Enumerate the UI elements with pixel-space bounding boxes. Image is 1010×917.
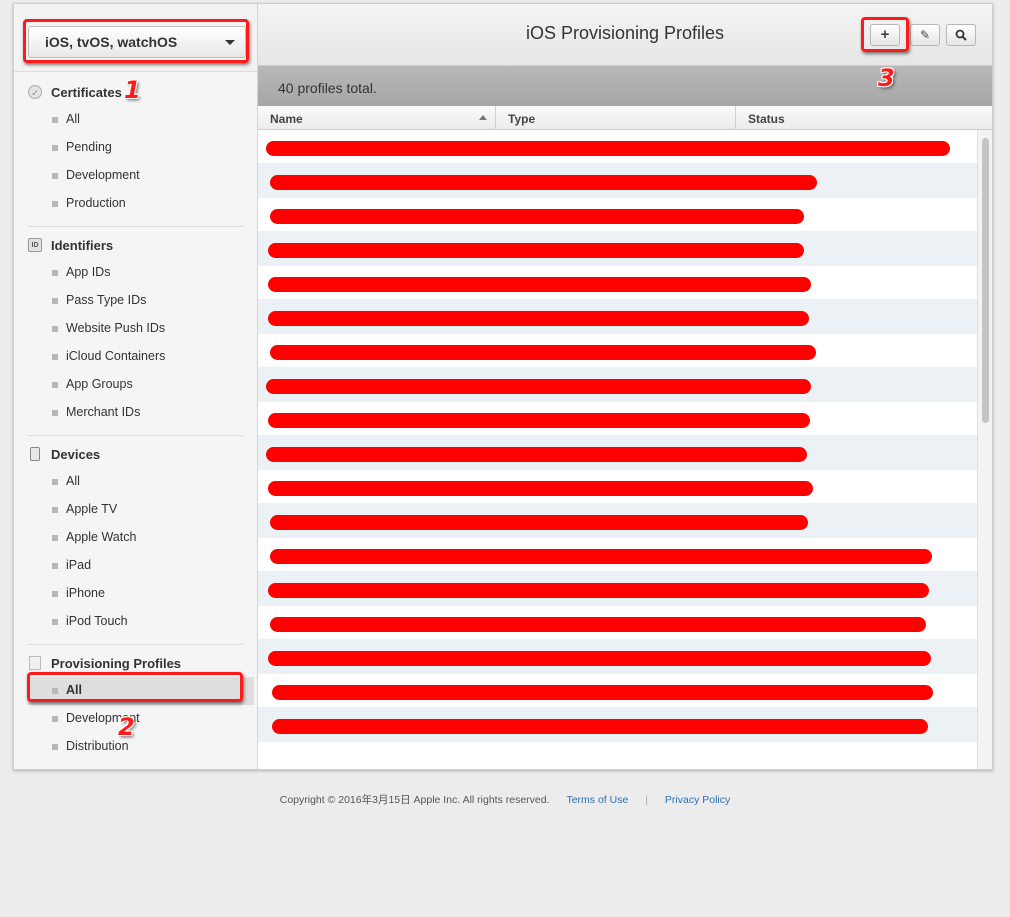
redaction-mark bbox=[268, 481, 813, 496]
redaction-mark bbox=[270, 209, 804, 224]
divider bbox=[28, 435, 243, 436]
annotation-number-1: 1 bbox=[124, 76, 141, 104]
section-identifiers: ID Identifiers App IDs Pass Type IDs Web… bbox=[14, 231, 257, 436]
sidebar-item-certificates-pending[interactable]: Pending bbox=[14, 134, 257, 162]
sidebar-item-certificates-all[interactable]: All bbox=[14, 106, 257, 134]
sidebar-item-certificates-development[interactable]: Development bbox=[14, 162, 257, 190]
annotation-number-3: 3 bbox=[878, 64, 895, 92]
redaction-mark bbox=[268, 651, 931, 666]
sidebar-item-ipad[interactable]: iPad bbox=[14, 552, 257, 580]
redaction-mark bbox=[268, 243, 804, 258]
section-title: Certificates bbox=[51, 85, 122, 100]
divider bbox=[28, 226, 243, 227]
sidebar-item-icloud-containers[interactable]: iCloud Containers bbox=[14, 343, 257, 371]
table-row[interactable] bbox=[258, 266, 979, 300]
terms-of-use-link[interactable]: Terms of Use bbox=[566, 794, 628, 806]
section-title: Devices bbox=[51, 447, 101, 462]
table-row[interactable] bbox=[258, 436, 979, 470]
table-row[interactable] bbox=[258, 538, 979, 572]
redaction-mark bbox=[266, 141, 950, 156]
section-devices: Devices All Apple TV Apple Watch iPad iP… bbox=[14, 440, 257, 645]
document-icon bbox=[29, 656, 41, 670]
column-label: Name bbox=[270, 112, 303, 126]
table-row[interactable] bbox=[258, 572, 979, 606]
device-icon bbox=[30, 447, 40, 461]
table-row[interactable] bbox=[258, 708, 979, 742]
annotation-box-profiles-all bbox=[27, 672, 243, 702]
table-row[interactable] bbox=[258, 198, 979, 232]
profile-table-body bbox=[258, 130, 979, 769]
search-icon bbox=[955, 29, 967, 41]
table-row[interactable] bbox=[258, 368, 979, 402]
table-row[interactable] bbox=[258, 606, 979, 640]
table-row[interactable] bbox=[258, 504, 979, 538]
footer-separator: | bbox=[645, 794, 648, 806]
redaction-mark bbox=[266, 447, 807, 462]
sidebar-item-app-ids[interactable]: App IDs bbox=[14, 259, 257, 287]
footer: Copyright © 2016年3月15日 Apple Inc. All ri… bbox=[0, 792, 1010, 807]
annotation-number-2: 2 bbox=[118, 713, 135, 741]
section-title: Provisioning Profiles bbox=[51, 656, 182, 671]
edit-button[interactable]: ✎ bbox=[910, 24, 940, 46]
copyright-text: Copyright © 2016年3月15日 Apple Inc. All ri… bbox=[279, 794, 550, 806]
sidebar-item-pass-type-ids[interactable]: Pass Type IDs bbox=[14, 287, 257, 315]
privacy-policy-link[interactable]: Privacy Policy bbox=[665, 794, 730, 806]
section-header-devices[interactable]: Devices bbox=[14, 440, 257, 468]
main-content: iOS Provisioning Profiles + ✎ 40 profile… bbox=[258, 4, 992, 769]
column-label: Type bbox=[508, 112, 536, 126]
column-header-status[interactable]: Status bbox=[736, 106, 979, 130]
sort-ascending-icon bbox=[479, 115, 487, 120]
certificate-icon: ✓ bbox=[28, 85, 42, 99]
redaction-mark bbox=[272, 685, 933, 700]
sidebar-item-iphone[interactable]: iPhone bbox=[14, 580, 257, 608]
sidebar-item-apple-watch[interactable]: Apple Watch bbox=[14, 524, 257, 552]
table-row[interactable] bbox=[258, 402, 979, 436]
redaction-mark bbox=[270, 345, 816, 360]
redaction-mark bbox=[268, 413, 810, 428]
table-row[interactable] bbox=[258, 164, 979, 198]
annotation-box-platform bbox=[23, 19, 249, 63]
sidebar-item-profiles-distribution[interactable]: Distribution bbox=[14, 733, 257, 761]
section-provisioning-profiles: Provisioning Profiles All Development Di… bbox=[14, 649, 257, 761]
redaction-mark bbox=[268, 277, 811, 292]
edit-icon: ✎ bbox=[919, 28, 931, 42]
id-icon: ID bbox=[28, 238, 42, 252]
developer-portal-panel: iOS, tvOS, watchOS ✓ Certificates All Pe… bbox=[13, 3, 993, 770]
divider bbox=[28, 644, 243, 645]
redaction-mark bbox=[266, 379, 811, 394]
sidebar-item-merchant-ids[interactable]: Merchant IDs bbox=[14, 399, 257, 427]
redaction-mark bbox=[270, 515, 808, 530]
table-row[interactable] bbox=[258, 232, 979, 266]
redaction-mark bbox=[272, 719, 928, 734]
redaction-mark bbox=[268, 311, 809, 326]
redaction-mark bbox=[270, 549, 932, 564]
section-header-identifiers[interactable]: ID Identifiers bbox=[14, 231, 257, 259]
scrollbar-thumb[interactable] bbox=[982, 138, 989, 423]
table-header: Name Type Status bbox=[258, 106, 992, 130]
sidebar-item-certificates-production[interactable]: Production bbox=[14, 190, 257, 218]
sidebar-item-ipod-touch[interactable]: iPod Touch bbox=[14, 608, 257, 636]
sidebar: iOS, tvOS, watchOS ✓ Certificates All Pe… bbox=[14, 4, 258, 769]
table-row[interactable] bbox=[258, 640, 979, 674]
redaction-mark bbox=[270, 175, 817, 190]
search-button[interactable] bbox=[946, 24, 976, 46]
sidebar-item-website-push-ids[interactable]: Website Push IDs bbox=[14, 315, 257, 343]
redaction-mark bbox=[270, 617, 926, 632]
column-header-name[interactable]: Name bbox=[258, 106, 496, 130]
table-row[interactable] bbox=[258, 334, 979, 368]
column-label: Status bbox=[748, 112, 785, 126]
table-row[interactable] bbox=[258, 300, 979, 334]
table-row[interactable] bbox=[258, 470, 979, 504]
sidebar-item-apple-tv[interactable]: Apple TV bbox=[14, 496, 257, 524]
scrollbar[interactable] bbox=[977, 130, 992, 769]
section-title: Identifiers bbox=[51, 238, 114, 253]
column-header-type[interactable]: Type bbox=[496, 106, 736, 130]
sidebar-item-devices-all[interactable]: All bbox=[14, 468, 257, 496]
table-row[interactable] bbox=[258, 130, 979, 164]
table-row[interactable] bbox=[258, 674, 979, 708]
sidebar-item-app-groups[interactable]: App Groups bbox=[14, 371, 257, 399]
annotation-box-add-button bbox=[861, 17, 909, 52]
sidebar-item-profiles-development[interactable]: Development bbox=[14, 705, 257, 733]
redaction-mark bbox=[268, 583, 929, 598]
